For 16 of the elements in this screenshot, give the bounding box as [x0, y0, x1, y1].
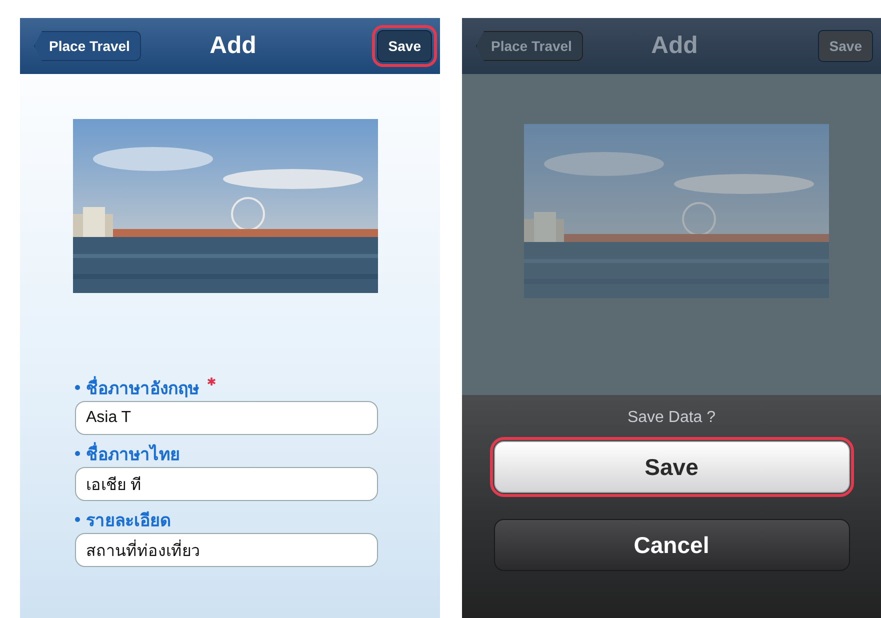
bullet-icon — [75, 516, 80, 522]
field-label: รายละเอียด — [86, 510, 171, 532]
save-button[interactable]: Save — [818, 30, 873, 62]
screen-title: Add — [651, 32, 698, 60]
screen-title: Add — [210, 32, 256, 60]
bullet-icon — [75, 384, 80, 390]
back-button[interactable]: Place Travel — [34, 31, 141, 61]
back-button[interactable]: Place Travel — [476, 31, 583, 61]
input-field[interactable]: Asia T — [75, 401, 378, 435]
input-field[interactable]: สถานที่ท่องเที่ยว — [75, 533, 378, 567]
bullet-icon — [75, 450, 80, 456]
cancel-button[interactable]: Cancel — [494, 519, 850, 571]
sheet-title: Save Data ? — [627, 409, 716, 427]
field-label: ชื่อภาษาไทย — [86, 440, 180, 466]
input-field[interactable]: เอเชีย ที — [75, 467, 378, 501]
field-label: ชื่อภาษาอังกฤษ — [86, 374, 199, 400]
